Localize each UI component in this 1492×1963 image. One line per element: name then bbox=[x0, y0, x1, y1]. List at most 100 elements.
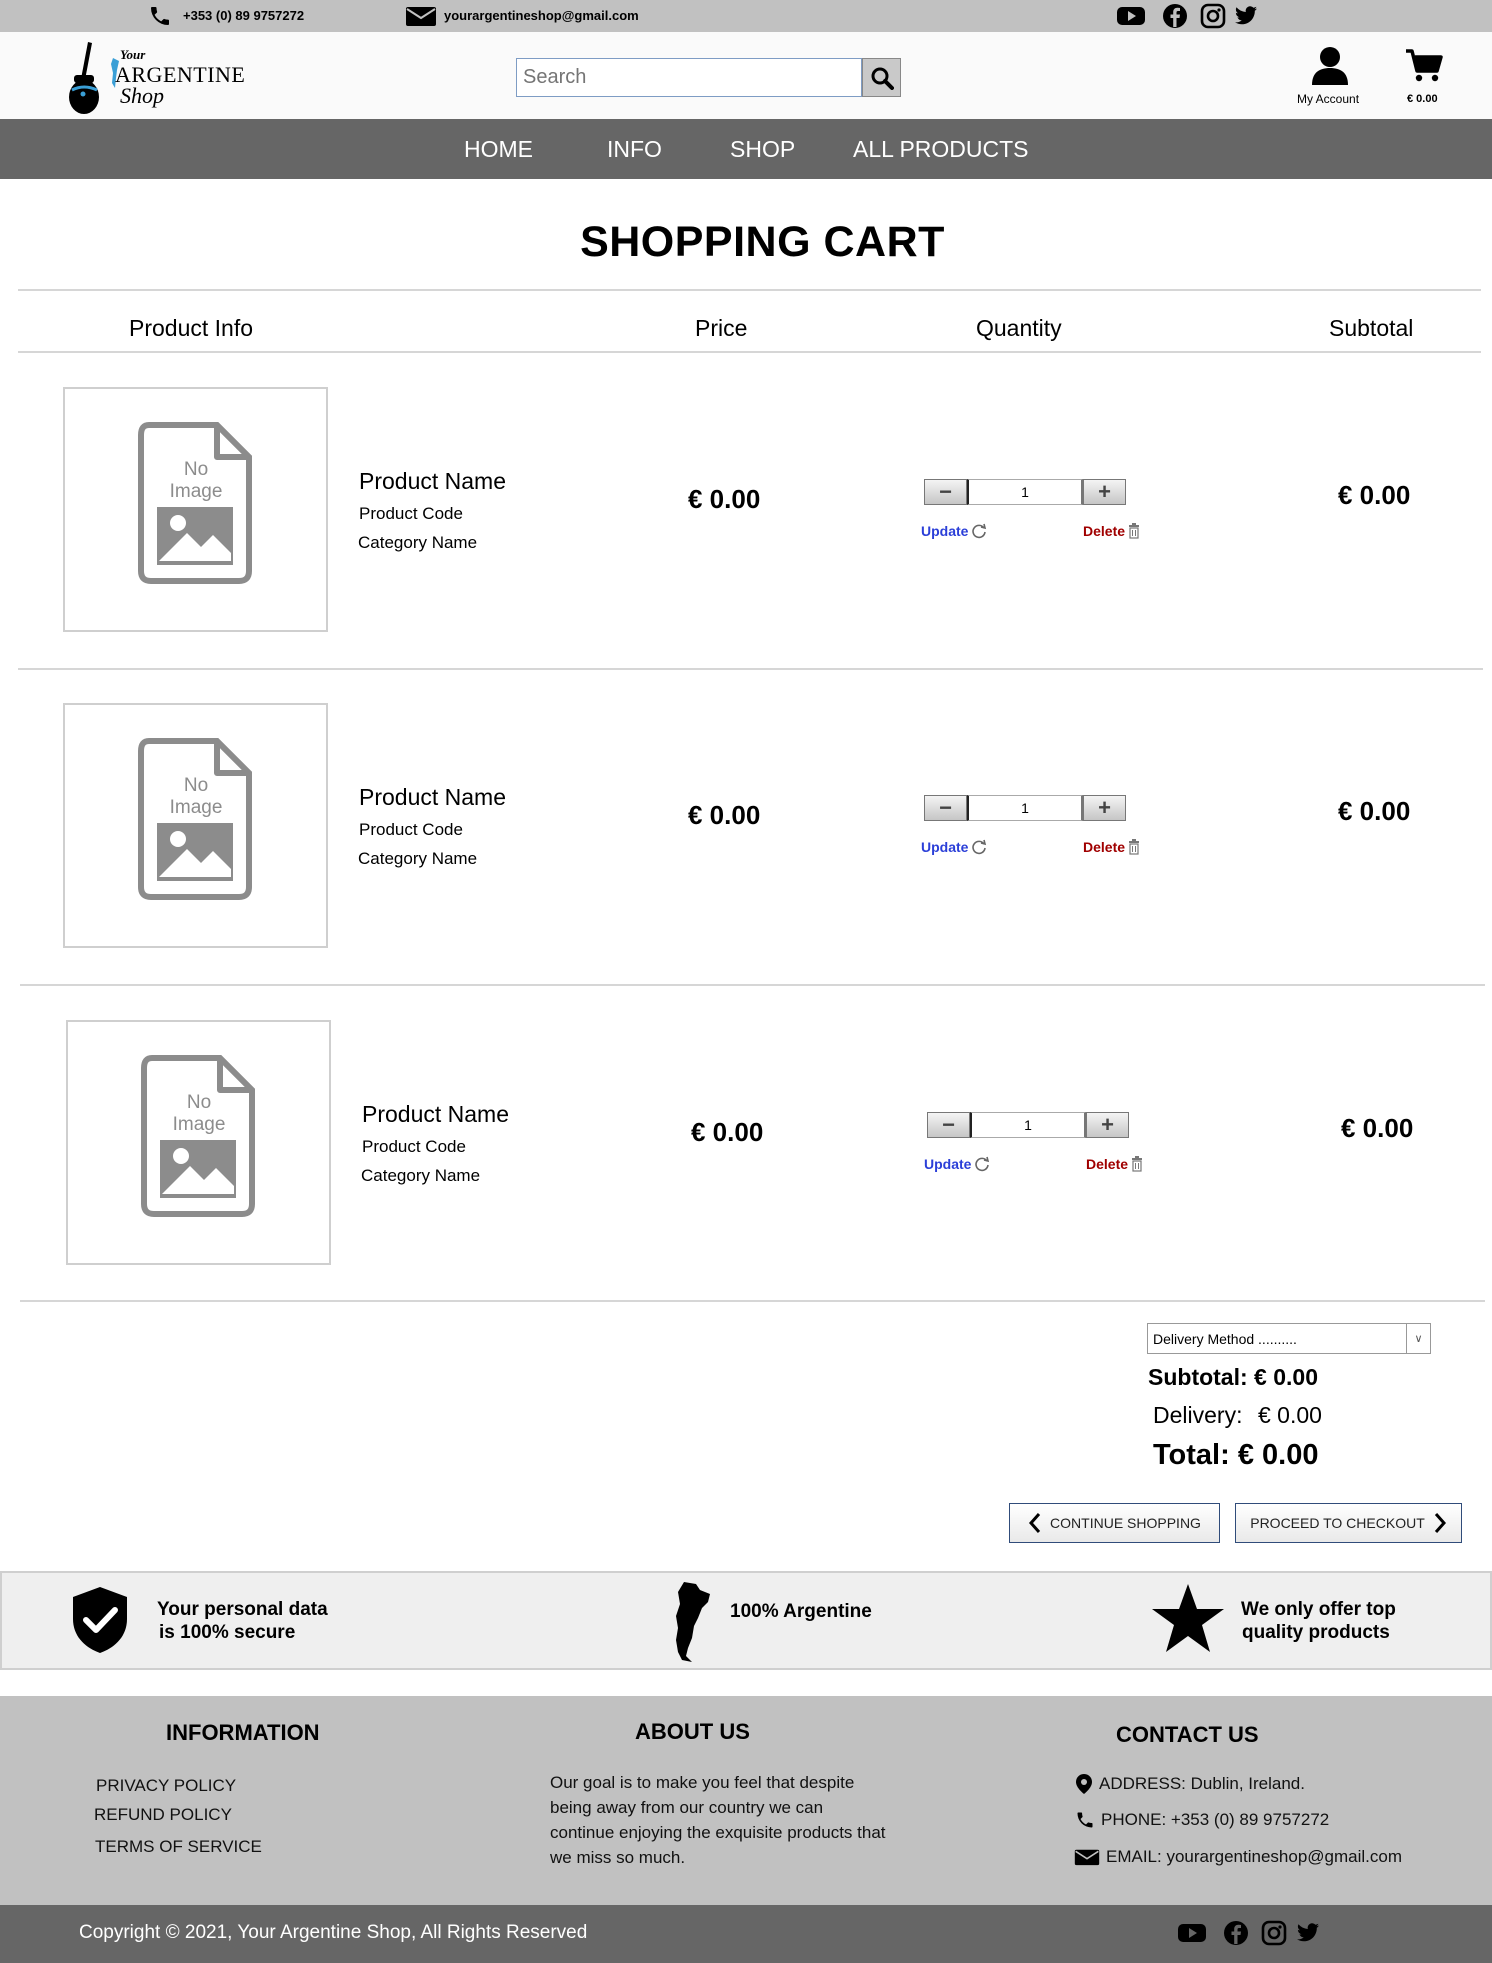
delivery-method-select[interactable]: Delivery Method .......... ∨ bbox=[1147, 1323, 1431, 1354]
chevron-left-icon bbox=[1029, 1513, 1041, 1533]
column-header-quantity: Quantity bbox=[976, 315, 1062, 341]
footer-about-heading: ABOUT US bbox=[635, 1719, 750, 1744]
summary-total: Total: € 0.00 bbox=[1153, 1439, 1319, 1471]
product-price: € 0.00 bbox=[688, 800, 761, 830]
product-category: Category Name bbox=[361, 1166, 481, 1185]
instagram-icon[interactable] bbox=[1200, 3, 1226, 29]
product-code: Product Code bbox=[362, 1137, 466, 1156]
summary-delivery-value: € 0.00 bbox=[1258, 1402, 1322, 1428]
increment-button[interactable]: + bbox=[1083, 795, 1126, 821]
proceed-to-checkout-button[interactable]: PROCEED TO CHECKOUT bbox=[1235, 1503, 1462, 1543]
trash-icon bbox=[1129, 839, 1140, 855]
product-category: Category Name bbox=[358, 533, 478, 552]
footer-link-refund-policy[interactable]: REFUND POLICY bbox=[94, 1805, 232, 1825]
shield-check-icon bbox=[73, 1587, 127, 1653]
cart-link[interactable]: € 0.00 bbox=[1400, 48, 1448, 110]
trust-argentine: 100% Argentine bbox=[730, 1601, 872, 1622]
footer-about-text: Our goal is to make you feel that despit… bbox=[550, 1773, 886, 1867]
line-subtotal: € 0.00 bbox=[1338, 480, 1411, 510]
footer-link-privacy-policy[interactable]: PRIVACY POLICY bbox=[96, 1776, 236, 1796]
nav-shop[interactable]: SHOP bbox=[730, 136, 795, 163]
column-header-price: Price bbox=[695, 315, 748, 341]
continue-shopping-button[interactable]: CONTINUE SHOPPING bbox=[1009, 1503, 1220, 1543]
delete-button[interactable]: Delete bbox=[1083, 839, 1140, 855]
product-name[interactable]: Product Name bbox=[359, 468, 506, 495]
cart-total: € 0.00 bbox=[1407, 93, 1438, 105]
topbar-phone: +353 (0) 89 9757272 bbox=[183, 8, 305, 23]
nav-all-products[interactable]: ALL PRODUCTS bbox=[853, 136, 1029, 163]
mate-gourd-icon bbox=[69, 42, 99, 114]
nav-info[interactable]: INFO bbox=[607, 136, 662, 163]
footer-address: ADDRESS: Dublin, Ireland. bbox=[1075, 1773, 1305, 1795]
twitter-icon[interactable] bbox=[1296, 1922, 1320, 1944]
product-code: Product Code bbox=[359, 820, 463, 839]
update-button[interactable]: Update bbox=[921, 839, 987, 855]
topbar-email[interactable]: yourargentineshop@gmail.com bbox=[444, 8, 639, 23]
trash-icon bbox=[1129, 523, 1140, 539]
my-account-link[interactable]: My Account bbox=[1290, 45, 1368, 109]
product-name[interactable]: Product Name bbox=[359, 784, 506, 811]
column-header-subtotal: Subtotal bbox=[1329, 315, 1414, 341]
decrement-button[interactable]: − bbox=[924, 479, 967, 505]
youtube-icon[interactable] bbox=[1177, 1921, 1207, 1945]
divider bbox=[18, 668, 1483, 670]
product-image[interactable]: No Image bbox=[66, 1020, 331, 1265]
line-subtotal: € 0.00 bbox=[1341, 1113, 1414, 1143]
nav-home[interactable]: HOME bbox=[464, 136, 533, 163]
increment-button[interactable]: + bbox=[1086, 1112, 1129, 1138]
product-name[interactable]: Product Name bbox=[362, 1101, 509, 1128]
footer-link-terms-of-service[interactable]: TERMS OF SERVICE bbox=[95, 1837, 262, 1857]
divider bbox=[20, 984, 1485, 986]
copyright-text: Copyright © 2021, Your Argentine Shop, A… bbox=[79, 1922, 588, 1943]
facebook-icon[interactable] bbox=[1162, 3, 1188, 29]
envelope-icon bbox=[1074, 1849, 1100, 1866]
delete-button[interactable]: Delete bbox=[1083, 523, 1140, 539]
quantity-stepper: − + bbox=[924, 479, 1126, 505]
envelope-icon bbox=[406, 7, 436, 26]
decrement-button[interactable]: − bbox=[927, 1112, 970, 1138]
summary-delivery-label: Delivery: bbox=[1153, 1402, 1243, 1428]
no-image-icon bbox=[138, 738, 252, 900]
no-image-icon bbox=[138, 422, 252, 584]
quantity-input[interactable] bbox=[967, 795, 1083, 821]
footer-phone[interactable]: PHONE: +353 (0) 89 9757272 bbox=[1075, 1810, 1329, 1830]
facebook-icon[interactable] bbox=[1223, 1920, 1249, 1946]
phone-icon bbox=[151, 7, 169, 25]
user-icon bbox=[1312, 47, 1348, 85]
divider bbox=[18, 351, 1481, 353]
increment-button[interactable]: + bbox=[1083, 479, 1126, 505]
product-price: € 0.00 bbox=[691, 1117, 764, 1147]
quantity-input[interactable] bbox=[970, 1112, 1086, 1138]
shopping-cart-icon bbox=[1406, 49, 1443, 82]
divider bbox=[18, 289, 1481, 291]
line-subtotal: € 0.00 bbox=[1338, 796, 1411, 826]
product-image[interactable]: No Image bbox=[63, 703, 328, 948]
chevron-right-icon bbox=[1434, 1513, 1446, 1533]
product-image[interactable]: No Image bbox=[63, 387, 328, 632]
column-header-product-info: Product Info bbox=[129, 315, 254, 341]
trust-quality-line2: quality products bbox=[1242, 1622, 1390, 1643]
page-title: SHOPPING CART bbox=[580, 218, 945, 266]
footer-email[interactable]: EMAIL: yourargentineshop@gmail.com bbox=[1074, 1847, 1402, 1867]
decrement-button[interactable]: − bbox=[924, 795, 967, 821]
twitter-icon[interactable] bbox=[1234, 5, 1258, 27]
update-button[interactable]: Update bbox=[921, 523, 987, 539]
trash-icon bbox=[1132, 1156, 1143, 1172]
product-code: Product Code bbox=[359, 504, 463, 523]
youtube-icon[interactable] bbox=[1116, 4, 1146, 28]
search-button[interactable] bbox=[862, 58, 901, 97]
divider bbox=[20, 1300, 1485, 1302]
search-input[interactable] bbox=[516, 58, 862, 97]
update-button[interactable]: Update bbox=[924, 1156, 990, 1172]
footer-information-heading: INFORMATION bbox=[166, 1720, 320, 1745]
instagram-icon[interactable] bbox=[1261, 1920, 1287, 1946]
trust-secure-line1: Your personal data bbox=[157, 1599, 328, 1620]
footer-contact-heading: CONTACT US bbox=[1116, 1722, 1259, 1747]
quantity-stepper: − + bbox=[924, 795, 1126, 821]
delete-button[interactable]: Delete bbox=[1086, 1156, 1143, 1172]
argentina-map-icon bbox=[676, 1582, 710, 1662]
trust-quality-line1: We only offer top bbox=[1241, 1599, 1396, 1620]
shop-logo[interactable]: Your ARGENTINE Shop bbox=[66, 40, 245, 116]
quantity-input[interactable] bbox=[967, 479, 1083, 505]
summary-subtotal: Subtotal: € 0.00 bbox=[1148, 1364, 1318, 1390]
